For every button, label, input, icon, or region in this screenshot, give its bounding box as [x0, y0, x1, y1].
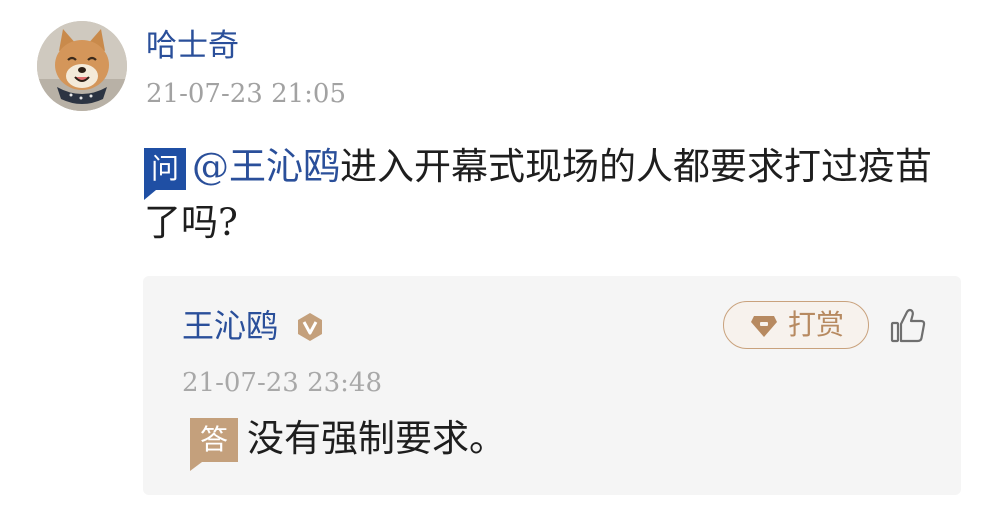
question-badge: 问: [144, 148, 186, 200]
answer-card: 王沁鸥 打赏 21-07-23 23:48 答 没有强制要求。: [143, 276, 961, 495]
mention-link[interactable]: @王沁鸥: [192, 145, 340, 188]
answer-timestamp: 21-07-23 23:48: [182, 368, 383, 398]
question-timestamp: 21-07-23 21:05: [146, 79, 347, 109]
answer-badge: 答: [190, 418, 238, 471]
avatar[interactable]: [37, 21, 127, 111]
shiba-dog-avatar-icon: [37, 21, 127, 111]
verified-v-icon: [298, 313, 322, 341]
gem-icon: [751, 316, 777, 337]
answer-text: 没有强制要求。: [247, 417, 506, 460]
asker-name[interactable]: 哈士奇: [146, 26, 239, 66]
tip-button-label: 打赏: [788, 308, 845, 341]
question-badge-label: 问: [150, 152, 179, 185]
answerer-name[interactable]: 王沁鸥: [182, 305, 278, 347]
question-text-block: 问 @王沁鸥进入开幕式现场的人都要求打过疫苗了吗?: [144, 139, 964, 251]
tip-button[interactable]: 打赏: [723, 301, 869, 349]
thumbs-up-icon[interactable]: [888, 306, 928, 346]
qa-post: 哈士奇 21-07-23 21:05 问 @王沁鸥进入开幕式现场的人都要求打过疫苗…: [0, 0, 1000, 527]
answer-badge-label: 答: [199, 423, 228, 456]
